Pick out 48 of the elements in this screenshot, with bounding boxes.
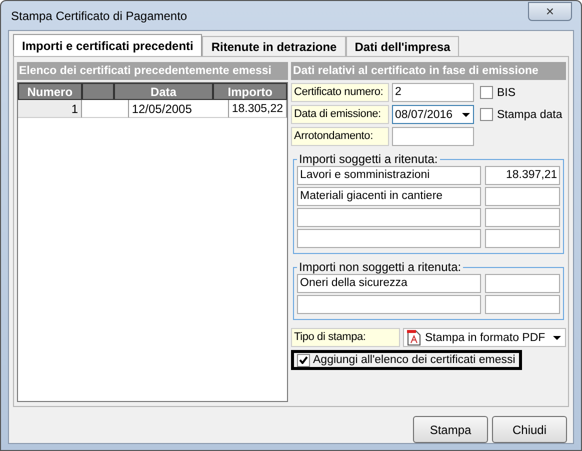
input-field[interactable]: Lavori e somministrazioni	[297, 166, 481, 185]
window-title: Stampa Certificato di Pagamento	[10, 8, 188, 22]
group-title: Importi non soggetti a ritenuta:	[298, 260, 462, 274]
column-header[interactable]: Importo	[213, 83, 287, 100]
dialog-button[interactable]: Chiudi	[492, 416, 567, 443]
checkbox[interactable]	[480, 108, 493, 121]
input-field[interactable]	[485, 295, 560, 314]
input-field[interactable]	[392, 127, 474, 146]
checkbox-label: BIS	[497, 86, 516, 98]
checkbox-label: Aggiungi all'elenco dei certificati emessi	[313, 354, 516, 366]
input-field[interactable]	[297, 229, 481, 248]
input-field[interactable]	[485, 208, 560, 227]
input-field[interactable]: Materiali giacenti in cantiere	[297, 187, 481, 206]
table-cell: 1	[18, 100, 82, 118]
input-field[interactable]	[485, 229, 560, 248]
tab[interactable]: Dati dell'impresa	[346, 36, 460, 56]
input-field[interactable]	[485, 274, 560, 293]
print-type-dropdown[interactable]: Stampa in formato PDF	[403, 328, 566, 347]
section-heading: Dati relativi al certificato in fase di emissione	[291, 62, 566, 80]
field-label: Tipo di stampa:	[291, 328, 400, 347]
input-field[interactable]	[297, 295, 481, 314]
input-field[interactable]	[485, 187, 560, 206]
checkbox[interactable]	[480, 86, 493, 99]
caret-icon	[553, 336, 562, 340]
group-title: Importi soggetti a ritenuta:	[298, 152, 439, 166]
field-label: Certificato numero:	[291, 83, 389, 102]
tab[interactable]: Ritenute in detrazione	[202, 36, 346, 56]
table-cell	[82, 100, 129, 118]
dialog-button[interactable]: Stampa	[413, 416, 488, 443]
tab[interactable]: Importi e certificati precedenti	[13, 34, 202, 56]
table-cell: 18.305,22	[228, 100, 287, 118]
checkbox-label: Stampa data	[497, 108, 562, 120]
field-label: Data di emissione:	[291, 105, 389, 124]
field-label: Arrotondamento:	[291, 127, 389, 146]
checkbox[interactable]	[297, 354, 310, 366]
column-header[interactable]: Numero	[18, 83, 82, 100]
column-header[interactable]	[82, 83, 114, 100]
input-field[interactable]: 2	[392, 83, 474, 102]
input-field[interactable]: 18.397,21	[485, 166, 560, 185]
date-dropdown[interactable]: 08/07/2016	[392, 105, 474, 124]
table-cell: 12/05/2005	[128, 100, 229, 118]
close-button[interactable]: ×	[528, 2, 572, 20]
input-field[interactable]	[297, 208, 481, 227]
column-header[interactable]: Data	[114, 83, 214, 100]
input-field[interactable]: Oneri della sicurezza	[297, 274, 481, 293]
caret-icon	[462, 112, 470, 116]
section-heading: Elenco dei certificati precedentemente emessi	[17, 62, 288, 80]
pdf-file-icon	[407, 330, 421, 346]
